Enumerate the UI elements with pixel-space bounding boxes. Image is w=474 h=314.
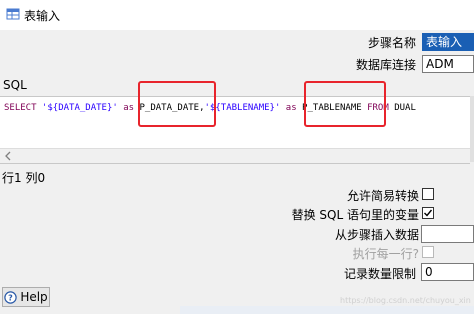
bottom-strip: [180, 306, 474, 314]
watermark: https://blog.csdn.net/chuyou_xin: [340, 296, 471, 305]
sql-keyword-as: as: [123, 103, 135, 113]
connection-label: 数据库连接: [355, 58, 416, 72]
sql-table-name: DUAL: [388, 103, 416, 113]
step-name-input[interactable]: 表输入: [422, 33, 474, 51]
help-button[interactable]: ? Help: [2, 287, 50, 307]
sql-horizontal-scrollbar[interactable]: [0, 148, 470, 163]
sql-keyword-select: SELECT: [4, 103, 37, 113]
sql-vertical-scrollbar[interactable]: [470, 96, 474, 162]
limit-label: 记录数量限制: [343, 267, 416, 281]
sql-keyword-as: as: [285, 103, 297, 113]
replace-variables-checkbox[interactable]: [422, 207, 434, 219]
execute-each-row-label: 执行每一行?: [352, 247, 419, 261]
execute-each-row-checkbox[interactable]: [422, 246, 434, 258]
sql-arg-data-date: '${DATA_DATE}': [36, 103, 124, 113]
title-bar: [0, 0, 474, 30]
table-input-icon: [6, 8, 20, 20]
highlight-box-data-date: [138, 81, 216, 127]
replace-variables-label: 替换 SQL 语句里的变量: [291, 208, 419, 222]
insert-from-step-select[interactable]: [421, 225, 474, 243]
cursor-position: 行1 列0: [2, 171, 46, 185]
sql-label: SQL: [3, 78, 27, 92]
step-name-label: 步骤名称: [367, 36, 416, 50]
highlight-box-tablename: [304, 81, 386, 127]
svg-text:?: ?: [8, 293, 13, 302]
sql-arg-tablename: '${TABLENAME}': [204, 103, 286, 113]
window-title: 表输入: [24, 9, 61, 23]
limit-input[interactable]: 0: [421, 263, 474, 281]
insert-from-step-label: 从步骤插入数据: [334, 228, 419, 242]
scroll-left-icon[interactable]: [4, 151, 12, 161]
lazy-conversion-checkbox[interactable]: [422, 188, 434, 200]
help-icon: ?: [4, 290, 18, 304]
check-icon: [424, 209, 433, 217]
lazy-conversion-label: 允许简易转换: [346, 189, 419, 203]
help-label: Help: [20, 290, 48, 304]
connection-select[interactable]: ADM: [422, 55, 474, 73]
